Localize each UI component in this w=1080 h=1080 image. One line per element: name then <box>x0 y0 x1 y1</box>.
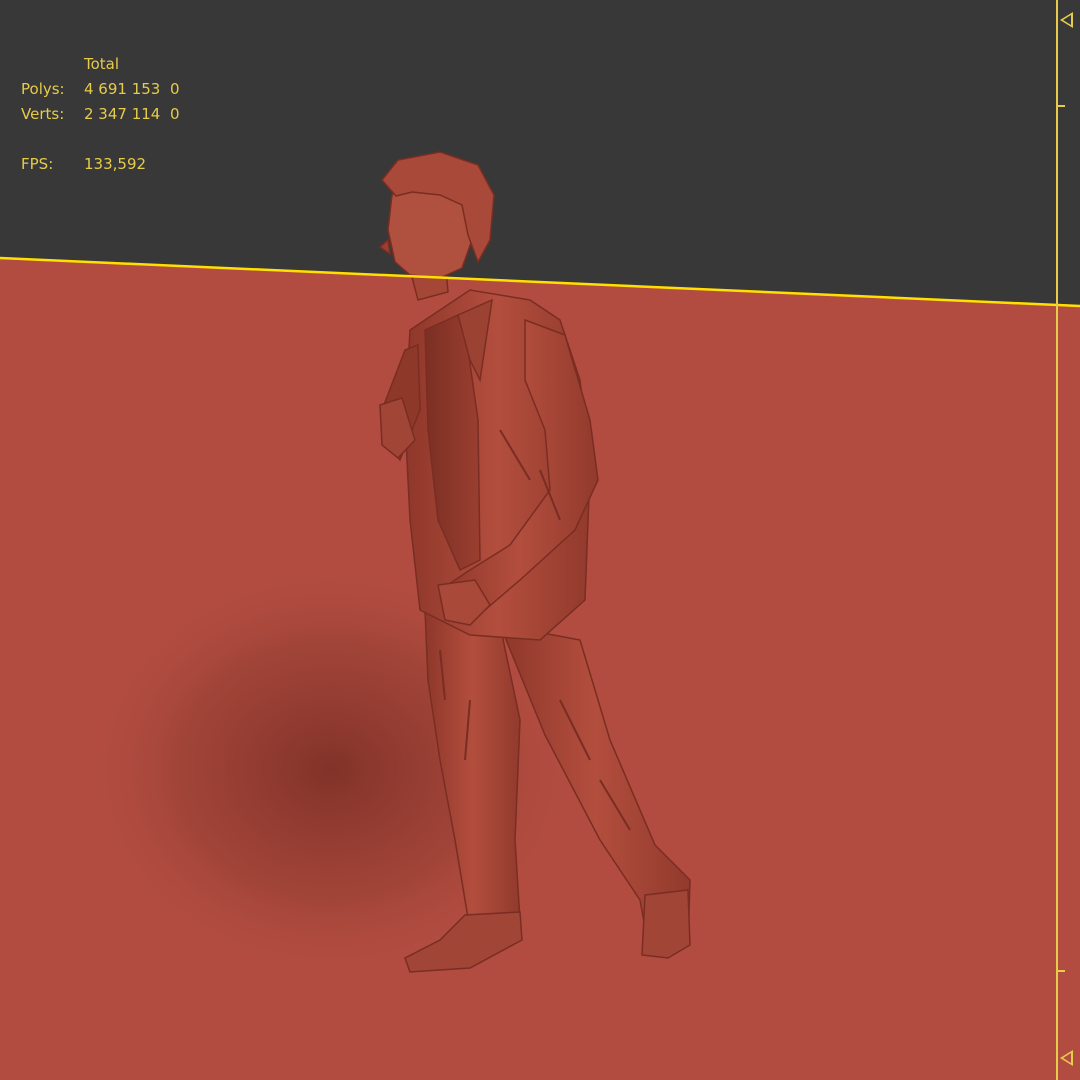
verts-total: 2 347 114 <box>84 105 161 123</box>
stats-verts-row: Verts: 2 347 114 0 <box>21 102 180 127</box>
verts-selected: 0 <box>170 105 180 123</box>
time-slider-end-triangle-icon[interactable] <box>1060 1050 1073 1066</box>
stats-spacer <box>21 127 180 152</box>
fps-label: FPS: <box>21 155 54 173</box>
verts-label: Verts: <box>21 105 65 123</box>
polys-total: 4 691 153 <box>84 80 161 98</box>
stats-polys-row: Polys: 4 691 153 0 <box>21 77 180 102</box>
polys-selected: 0 <box>170 80 180 98</box>
polys-label: Polys: <box>21 80 65 98</box>
stats-fps-row: FPS: 133,592 <box>21 152 180 177</box>
time-slider-start-triangle-icon[interactable] <box>1060 12 1073 28</box>
stats-total-header: Total <box>84 55 120 73</box>
viewport-statistics: Total Polys: 4 691 153 0 Verts: 2 347 11… <box>21 52 180 177</box>
time-slider-tick <box>1058 970 1065 972</box>
fps-value: 133,592 <box>84 155 147 173</box>
stats-header-spacer <box>21 52 84 77</box>
3d-viewport[interactable]: Total Polys: 4 691 153 0 Verts: 2 347 11… <box>0 0 1080 1080</box>
time-slider-tick <box>1058 105 1065 107</box>
stats-header-row: Total <box>21 52 180 77</box>
